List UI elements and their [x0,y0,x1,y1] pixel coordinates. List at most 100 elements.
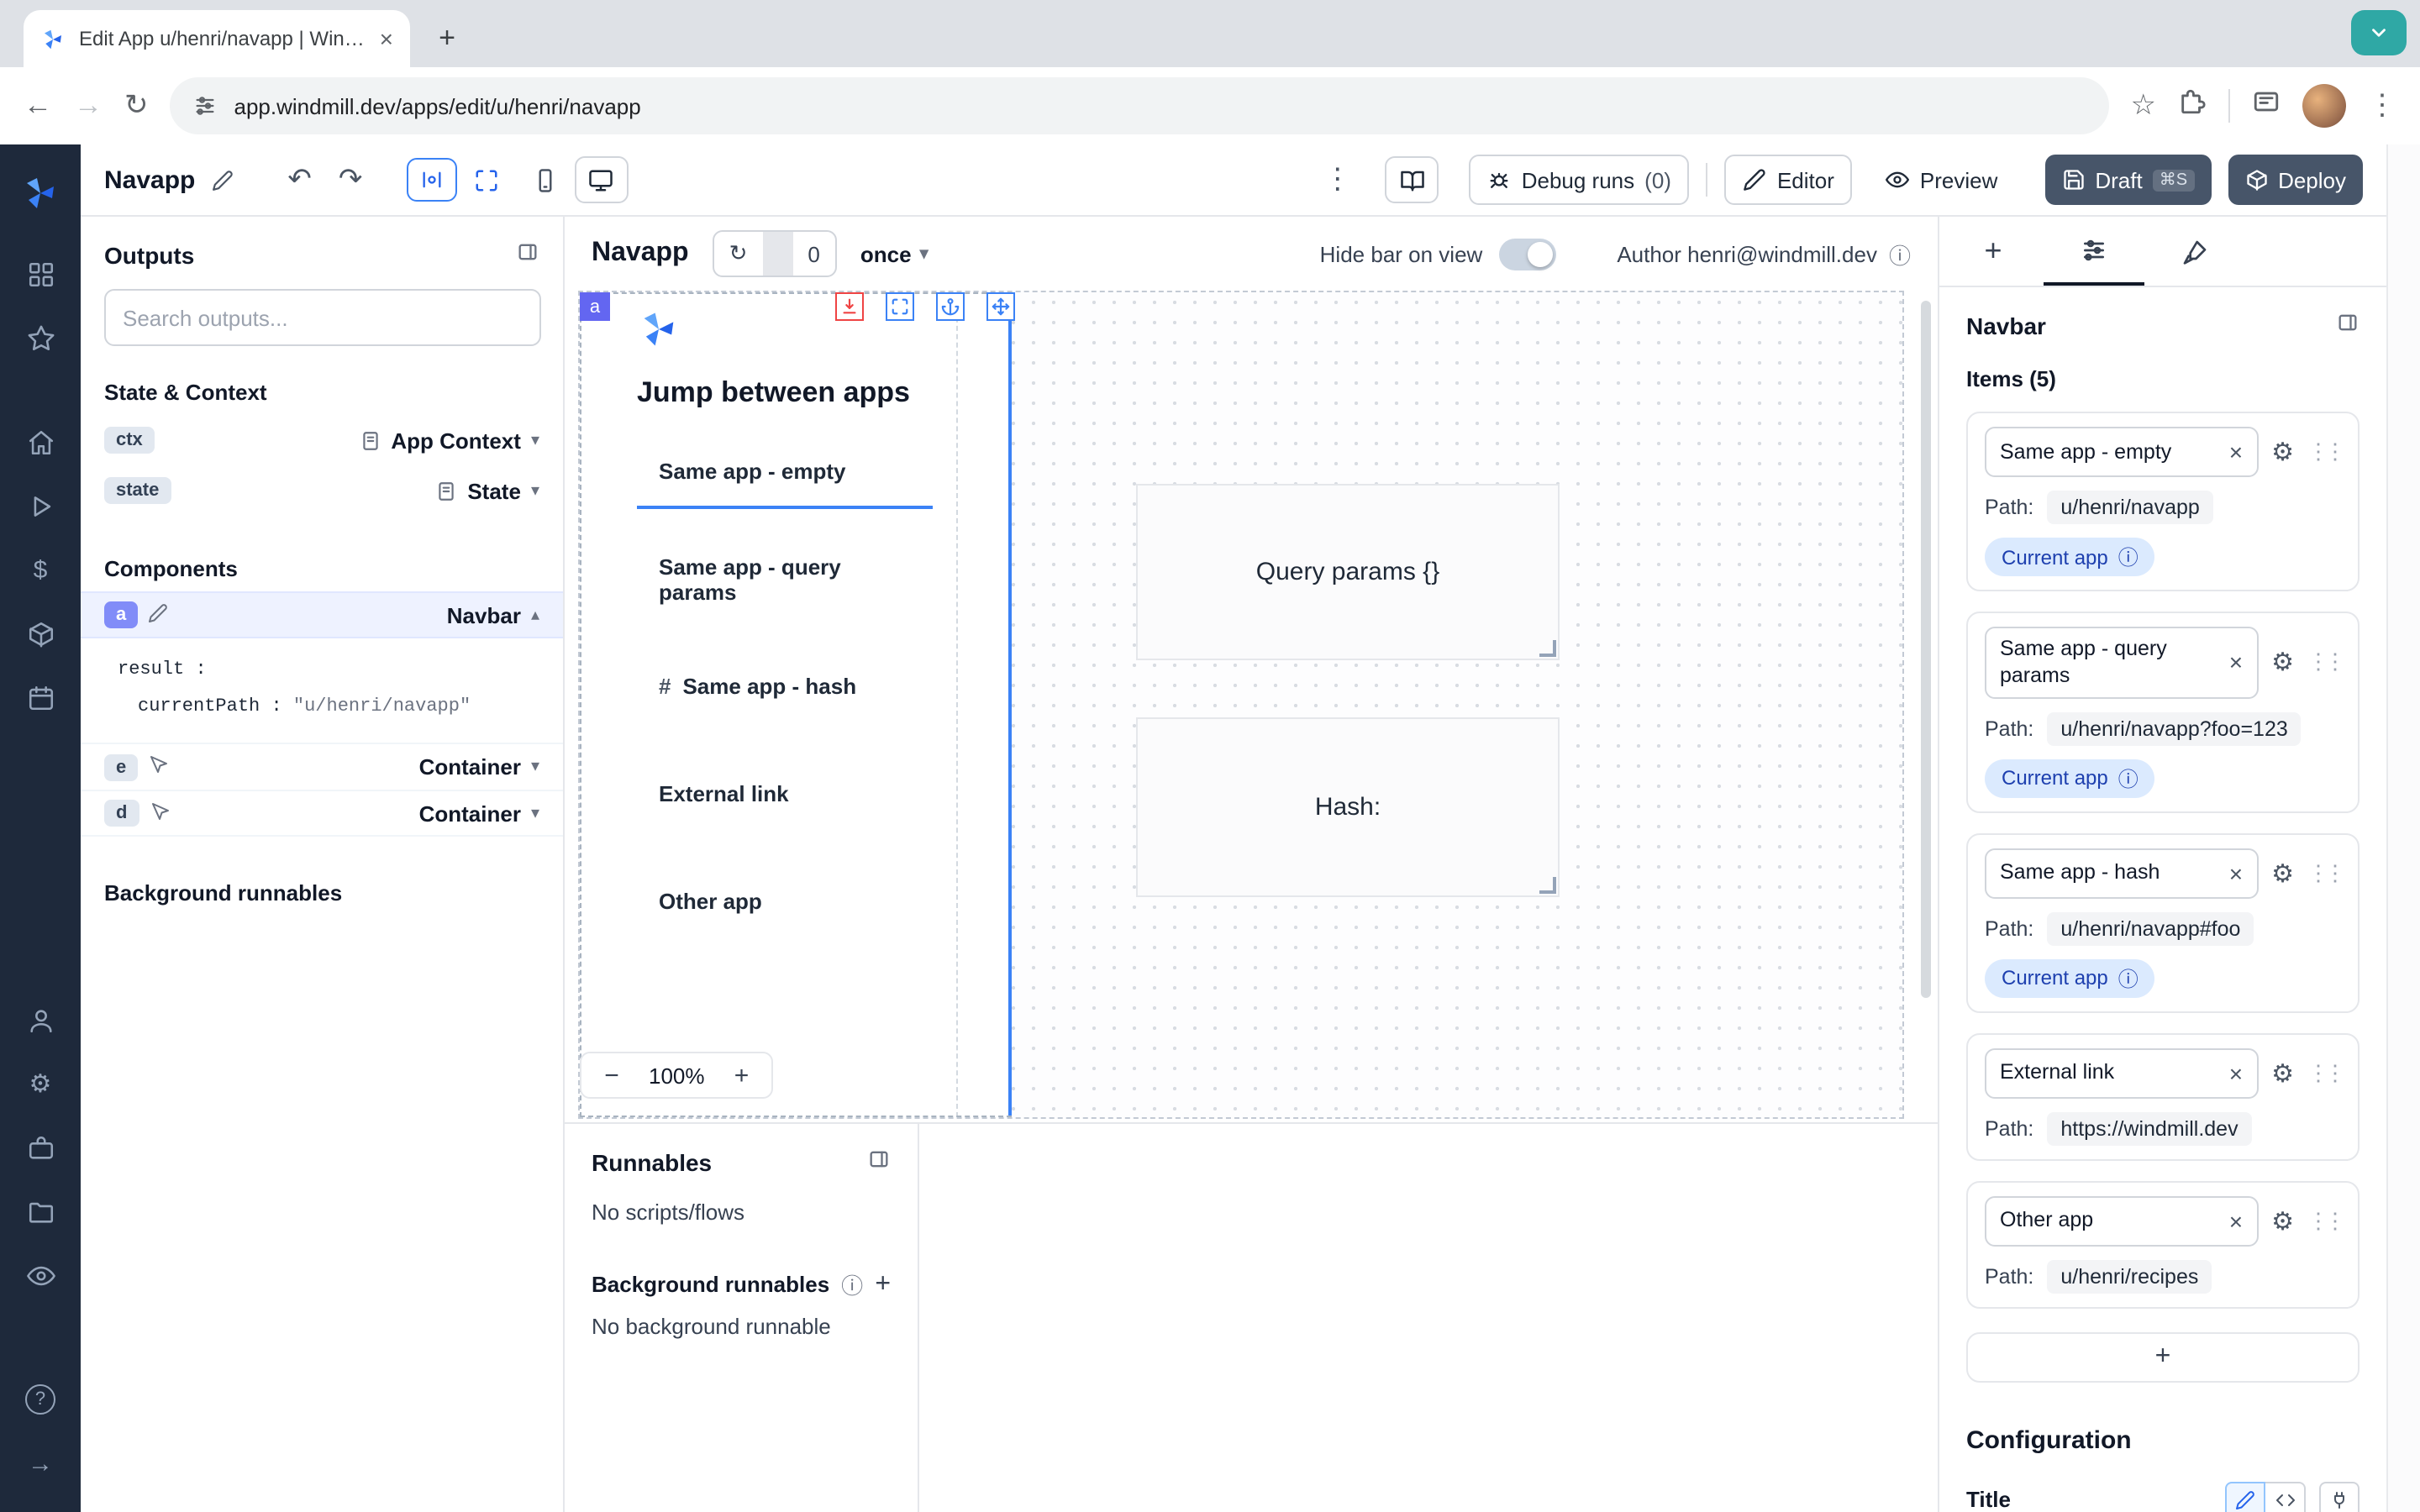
schedules-icon[interactable] [12,669,69,726]
browser-tab[interactable]: Edit App u/henri/navapp | Windmill × [24,10,410,67]
component-alignment-button[interactable] [406,158,456,202]
draft-button[interactable]: Draft ⌘S [2044,155,2211,205]
audit-logs-icon[interactable] [12,1247,69,1304]
selected-navbar-column[interactable]: Jump between apps Same app - empty Same … [580,292,1012,1117]
item-path[interactable]: u/henri/navapp?foo=123 [2047,711,2301,745]
clear-label-icon[interactable]: × [2229,649,2243,676]
item-path[interactable]: https://windmill.dev [2047,1111,2251,1145]
item-label-input[interactable]: Same app - hash × [1985,848,2258,898]
refresh-icon[interactable]: ↻ [714,240,763,267]
undo-button[interactable]: ↶ [287,163,312,197]
query-params-component[interactable]: Query params {} [1136,484,1560,660]
add-background-runnable-button[interactable]: + [875,1269,891,1299]
drag-handle-icon[interactable]: ⋮⋮ [2307,649,2341,676]
drag-handle-icon[interactable]: ⋮⋮ [2307,859,2341,886]
item-path[interactable]: u/henri/recipes [2047,1259,2212,1293]
info-icon[interactable]: ⓘ [2118,963,2139,992]
nav-link-same-app-query-params[interactable]: Same app - query params [637,553,933,605]
variables-icon[interactable]: $ [12,541,69,598]
forward-button[interactable]: → [74,89,103,123]
tab-close-icon[interactable]: × [380,25,393,52]
hide-bar-toggle[interactable] [1499,238,1556,270]
nav-link-other-app[interactable]: Other app [637,875,933,927]
search-outputs-input[interactable] [104,289,541,346]
debug-runs-button[interactable]: Debug runs (0) [1470,155,1690,205]
reload-button[interactable]: ↻ [124,89,149,123]
preview-mode-button[interactable]: Preview [1870,155,2015,205]
docs-button[interactable] [1386,156,1439,203]
expand-component-button[interactable] [886,292,914,321]
item-label-input[interactable]: Other app × [1985,1195,2258,1246]
workers-icon[interactable] [12,1119,69,1176]
extensions-icon[interactable] [2178,87,2207,124]
editor-mode-button[interactable]: Editor [1725,155,1853,205]
drag-handle-icon[interactable]: ⋮⋮ [2307,438,2341,465]
component-row-container-d[interactable]: d Container ▾ [81,790,563,837]
refresh-mode-dropdown[interactable]: once ▾ [860,241,929,266]
browser-menu-icon[interactable]: ⋮ [2368,89,2396,123]
nav-link-external-link[interactable]: External link [637,768,933,820]
edit-app-name-icon[interactable] [212,169,234,191]
expand-height-button[interactable] [835,292,864,321]
component-row-navbar[interactable]: a Navbar ▴ [81,591,563,638]
item-label-input[interactable]: External link × [1985,1047,2258,1098]
tab-insert-component[interactable]: + [1943,217,2044,286]
info-icon[interactable]: ⓘ [2118,543,2139,571]
drag-handle-icon[interactable]: ⋮⋮ [2307,1059,2341,1086]
move-component-handle[interactable] [986,292,1015,321]
deploy-button[interactable]: Deploy [2228,155,2363,205]
user-icon[interactable] [12,991,69,1048]
chevron-up-icon[interactable]: ▴ [531,606,539,624]
chevron-down-icon[interactable]: ▾ [531,758,539,776]
zoom-in-button[interactable]: + [712,1061,772,1089]
profile-avatar[interactable] [2302,84,2346,128]
eval-input-mode-button[interactable] [2265,1481,2306,1512]
item-path[interactable]: u/henri/navapp#foo [2047,911,2254,945]
info-icon[interactable]: ⓘ [841,1268,863,1300]
docs-link-icon[interactable] [2336,311,2360,339]
state-row[interactable]: state State ▾ [81,465,563,516]
connect-input-mode-button[interactable] [2319,1481,2360,1512]
tab-list-icon[interactable] [2252,87,2281,124]
panel-toggle-icon[interactable] [867,1147,891,1176]
redo-button[interactable]: ↷ [339,163,363,197]
more-menu-icon[interactable]: ⋮ [1323,163,1352,197]
chevron-down-icon[interactable]: ▾ [531,481,539,500]
component-row-container-e[interactable]: e Container ▾ [81,743,563,790]
favorites-icon[interactable] [12,309,69,366]
refresh-control[interactable]: ↻ 0 [713,230,837,277]
mobile-view-icon[interactable] [532,167,557,192]
apps-icon[interactable] [12,245,69,302]
drag-handle-icon[interactable]: ⋮⋮ [2307,1207,2341,1234]
anchor-component-button[interactable] [936,292,965,321]
item-settings-icon[interactable]: ⚙ [2271,437,2294,467]
static-input-mode-button[interactable] [2225,1481,2265,1512]
panel-toggle-icon[interactable] [516,240,539,269]
collapse-sidebar-icon[interactable]: → [12,1435,69,1492]
home-icon[interactable] [12,413,69,470]
settings-icon[interactable]: ⚙ [12,1055,69,1112]
info-icon[interactable]: ⓘ [1889,238,1911,270]
share-chevron-button[interactable] [2351,10,2407,55]
fullscreen-icon[interactable] [473,167,498,192]
bookmark-star-icon[interactable]: ☆ [2131,89,2157,123]
folders-icon[interactable] [12,1183,69,1240]
item-path[interactable]: u/henri/navapp [2047,491,2212,524]
item-label-input[interactable]: Same app - query params × [1985,627,2258,698]
tab-component-settings[interactable] [2044,217,2144,286]
address-bar[interactable]: app.windmill.dev/apps/edit/u/henri/navap… [171,77,2109,134]
clear-label-icon[interactable]: × [2229,859,2243,886]
canvas-page[interactable]: Jump between apps Same app - empty Same … [578,291,1904,1119]
desktop-view-button[interactable] [574,156,628,203]
canvas-scrollbar[interactable] [1921,301,1931,998]
help-icon[interactable]: ? [12,1371,69,1428]
site-settings-icon[interactable] [194,94,218,118]
item-settings-icon[interactable]: ⚙ [2271,858,2294,888]
runs-icon[interactable] [12,477,69,534]
info-icon[interactable]: ⓘ [2118,764,2139,792]
item-settings-icon[interactable]: ⚙ [2271,648,2294,678]
nav-link-same-app-hash[interactable]: #Same app - hash [637,660,933,712]
new-tab-button[interactable]: + [424,15,471,62]
back-button[interactable]: ← [24,89,52,123]
ctx-row[interactable]: ctx App Context ▾ [81,415,563,465]
